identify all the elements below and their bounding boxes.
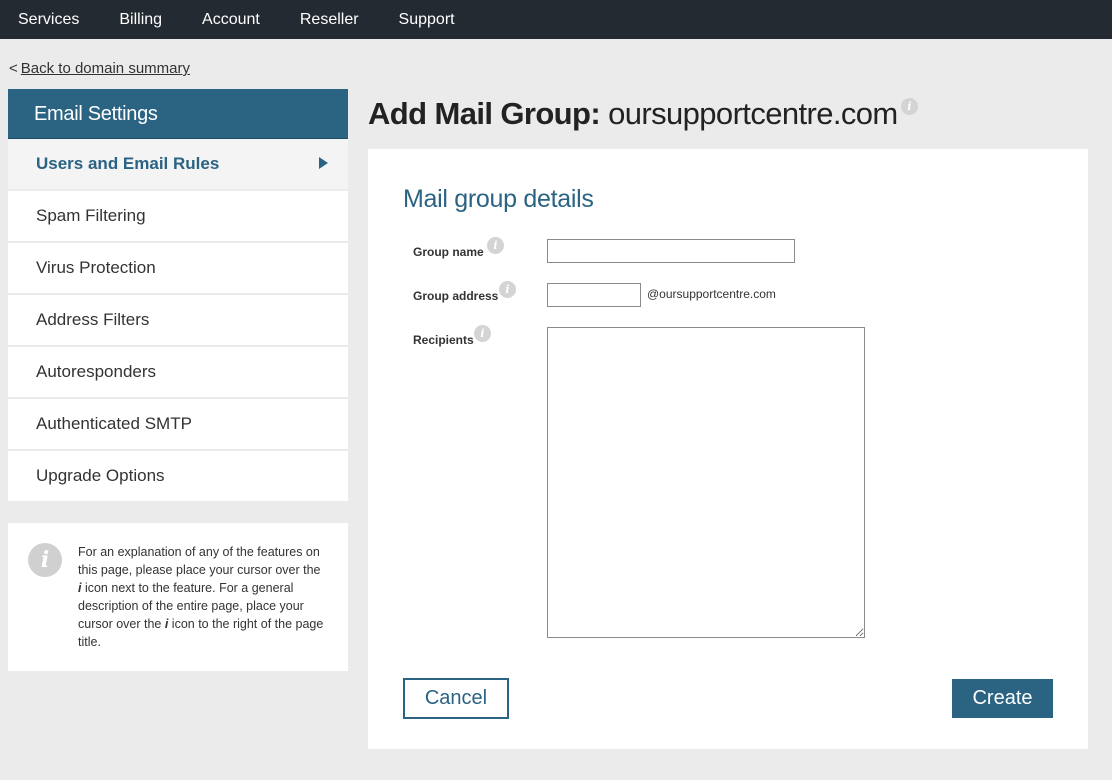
triangle-right-icon xyxy=(319,157,328,169)
group-address-label-text: Group address xyxy=(413,289,499,303)
page-title-domain: oursupportcentre.com xyxy=(608,96,898,131)
create-button[interactable]: Create xyxy=(952,679,1053,718)
sidebar-item-label: Authenticated SMTP xyxy=(36,414,192,433)
recipients-info-icon[interactable]: i xyxy=(474,325,491,342)
info-icon: i xyxy=(28,543,62,577)
help-text: For an explanation of any of the feature… xyxy=(78,543,326,671)
group-address-info-icon[interactable]: i xyxy=(499,281,516,298)
sidebar-item-label: Spam Filtering xyxy=(36,206,146,225)
sidebar-item-label: Upgrade Options xyxy=(36,466,165,485)
back-chevron: < xyxy=(9,60,18,77)
sidebar-item-label: Users and Email Rules xyxy=(36,154,220,173)
sidebar-item-autoresponders[interactable]: Autoresponders xyxy=(8,347,348,399)
nav-support[interactable]: Support xyxy=(399,11,455,29)
cancel-button[interactable]: Cancel xyxy=(403,678,509,719)
section-title: Mail group details xyxy=(403,185,594,213)
back-link-container: < Back to domain summary xyxy=(9,60,190,77)
sidebar-item-label: Autoresponders xyxy=(36,362,157,381)
sidebar-item-users-and-email-rules[interactable]: Users and Email Rules xyxy=(8,139,348,191)
group-name-label: Group name i xyxy=(413,237,504,259)
group-address-domain-suffix: @oursupportcentre.com xyxy=(647,287,776,301)
mail-group-form-card: Mail group details Group name i Group ad… xyxy=(368,149,1088,749)
sidebar-item-upgrade-options[interactable]: Upgrade Options xyxy=(8,451,348,503)
nav-services[interactable]: Services xyxy=(18,11,79,29)
top-navigation: Services Billing Account Reseller Suppor… xyxy=(0,0,1112,39)
recipients-label-text: Recipients xyxy=(413,333,474,347)
page-title-action: Add Mail Group: xyxy=(368,96,601,131)
nav-billing[interactable]: Billing xyxy=(119,11,162,29)
back-to-domain-summary-link[interactable]: Back to domain summary xyxy=(21,60,190,77)
group-name-label-text: Group name xyxy=(413,245,484,259)
group-name-info-icon[interactable]: i xyxy=(487,237,504,254)
sidebar-item-authenticated-smtp[interactable]: Authenticated SMTP xyxy=(8,399,348,451)
sidebar: Email Settings Users and Email Rules Spa… xyxy=(8,89,348,503)
page-title: Add Mail Group: oursupportcentre.com i xyxy=(368,96,918,132)
nav-reseller[interactable]: Reseller xyxy=(300,11,359,29)
help-text-part-1: For an explanation of any of the feature… xyxy=(78,545,321,577)
nav-account[interactable]: Account xyxy=(202,11,260,29)
group-name-input[interactable] xyxy=(547,239,795,263)
group-address-label: Group address i xyxy=(413,281,516,303)
recipients-label: Recipients i xyxy=(413,325,491,347)
sidebar-item-spam-filtering[interactable]: Spam Filtering xyxy=(8,191,348,243)
recipients-textarea[interactable] xyxy=(547,327,865,638)
page-info-icon[interactable]: i xyxy=(900,98,918,115)
group-address-input[interactable] xyxy=(547,283,641,307)
sidebar-item-address-filters[interactable]: Address Filters xyxy=(8,295,348,347)
sidebar-item-virus-protection[interactable]: Virus Protection xyxy=(8,243,348,295)
help-info-box: i For an explanation of any of the featu… xyxy=(8,523,348,671)
sidebar-title: Email Settings xyxy=(8,89,348,139)
sidebar-item-label: Address Filters xyxy=(36,310,150,329)
sidebar-item-label: Virus Protection xyxy=(36,258,156,277)
